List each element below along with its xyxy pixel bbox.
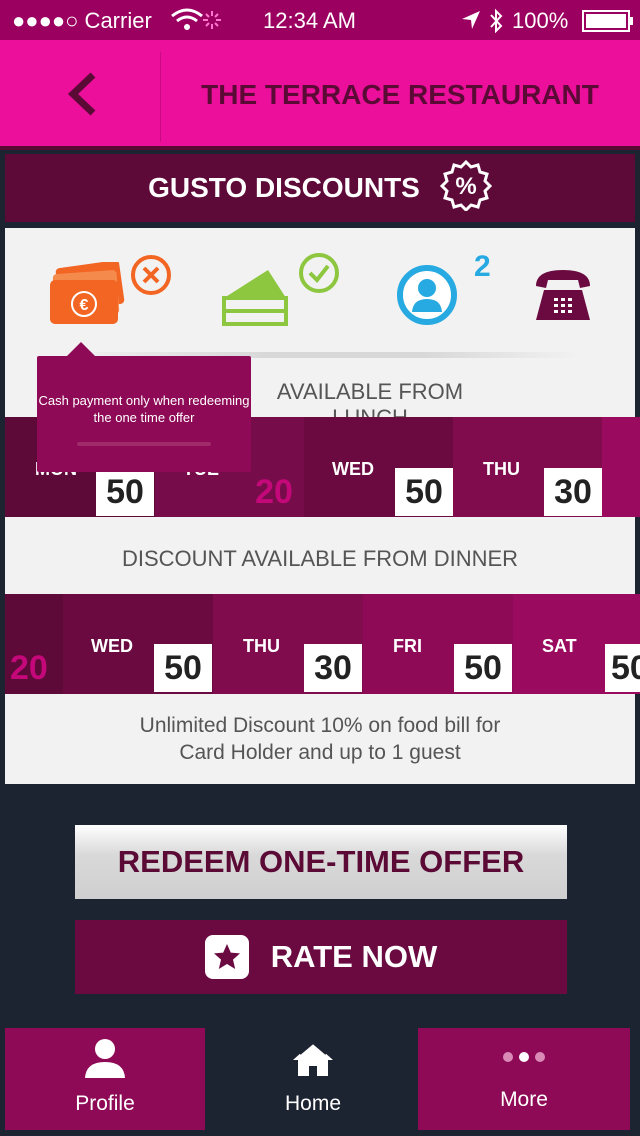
wifi-icon	[170, 8, 204, 38]
telephone-icon[interactable]	[532, 266, 594, 327]
dinner-label: DISCOUNT AVAILABLE FROM DINNER	[121, 546, 519, 571]
redeem-offer-button[interactable]: REDEEM ONE-TIME OFFER	[75, 825, 567, 899]
svg-text:€: €	[80, 297, 89, 314]
guest-count: 2	[474, 250, 491, 283]
discount-terms-line1: Unlimited Discount 10% on food bill for	[139, 714, 501, 737]
discount-value: 50	[96, 468, 154, 516]
day-name: THU	[483, 459, 520, 479]
discount-terms: Unlimited Discount 10% on food bill for …	[0, 712, 640, 766]
tooltip-text: Cash payment only when redeeming the one…	[38, 393, 250, 425]
star-icon	[204, 935, 249, 979]
percent-badge-icon: %	[439, 159, 492, 218]
discount-value: 20	[10, 649, 48, 687]
tab-home-label: Home	[284, 1092, 342, 1115]
tab-more[interactable]: More	[418, 1028, 630, 1130]
tab-profile[interactable]: Profile	[5, 1028, 205, 1130]
navigation-bar: THE TERRACE RESTAURANT	[0, 40, 640, 150]
battery-icon	[582, 10, 634, 38]
rate-now-label: RATE NOW	[270, 939, 438, 974]
home-icon	[292, 1040, 334, 1084]
tab-home[interactable]: Home	[213, 1028, 413, 1130]
discount-terms-line2: Card Holder and up to 1 guest	[179, 741, 461, 764]
discount-value: 50	[154, 644, 212, 692]
discount-value: 30	[544, 468, 602, 516]
bluetooth-icon	[488, 8, 504, 40]
rate-now-button[interactable]: RATE NOW	[75, 920, 567, 994]
tooltip-divider	[77, 442, 211, 446]
cake-slice-icon[interactable]	[222, 264, 288, 331]
person-icon	[83, 1038, 127, 1084]
tab-profile-label: Profile	[75, 1092, 135, 1115]
page-title: THE TERRACE RESTAURANT	[201, 79, 599, 110]
day-name: FRI	[393, 636, 422, 656]
battery-percent: 100%	[512, 8, 569, 33]
location-icon	[460, 9, 482, 37]
day-name: WED	[91, 636, 133, 656]
discounts-header: GUSTO DISCOUNTS %	[5, 154, 635, 222]
discounts-title: GUSTO DISCOUNTS	[148, 172, 420, 203]
lunch-day-next	[602, 417, 640, 517]
check-circle-icon	[298, 252, 340, 299]
more-dots-icon	[500, 1046, 548, 1070]
cash-payment-icon[interactable]: €	[46, 260, 126, 333]
back-button[interactable]	[50, 64, 114, 128]
status-bar: ●●●●○ Carrier 12:34 AM 100%	[0, 0, 640, 40]
svg-text:%: %	[455, 173, 476, 200]
carrier-signal: ●●●●○ Carrier	[12, 8, 152, 33]
clock: 12:34 AM	[263, 8, 356, 33]
discount-value: 50	[395, 468, 453, 516]
discount-value: 50	[605, 644, 640, 692]
user-circle-icon[interactable]	[396, 264, 458, 331]
discount-value: 20	[255, 473, 293, 511]
activity-spinner-icon	[202, 10, 222, 36]
discount-value: 30	[304, 644, 362, 692]
chevron-left-icon	[67, 71, 97, 121]
day-name: THU	[243, 636, 280, 656]
day-name: WED	[332, 459, 374, 479]
cross-circle-icon	[130, 254, 172, 301]
cash-payment-tooltip: Cash payment only when redeeming the one…	[37, 342, 251, 472]
discount-value: 50	[454, 644, 512, 692]
day-name: SAT	[542, 636, 577, 656]
tab-more-label: More	[500, 1088, 548, 1111]
